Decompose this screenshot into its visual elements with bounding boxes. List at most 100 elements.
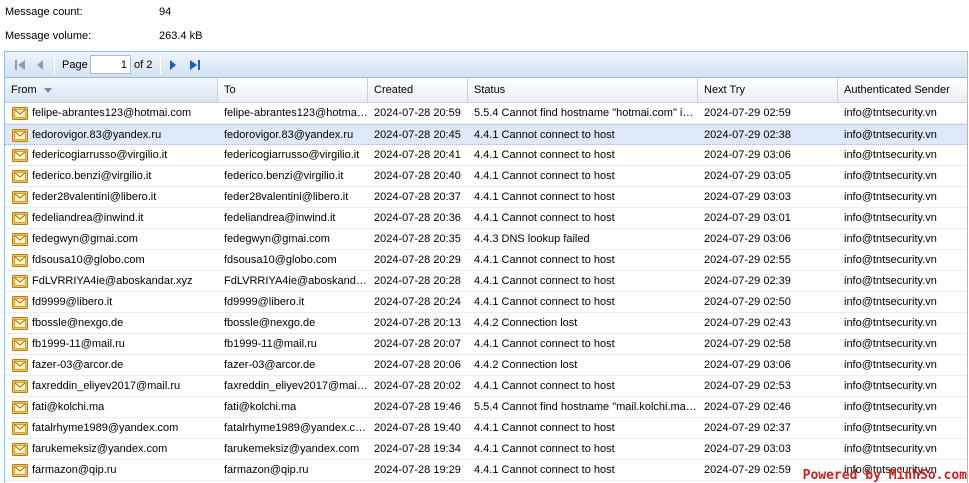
cell-to: farmazon@qip.ru	[224, 464, 309, 476]
prev-page-button[interactable]	[31, 56, 49, 74]
cell-authenticated-sender: info@tntsecurity.vn	[844, 170, 937, 182]
cell-authenticated-sender: info@tntsecurity.vn	[844, 212, 937, 224]
cell-to: felipe-abrantes123@hotmai.com	[224, 107, 368, 119]
cell-to: farukemeksiz@yandex.com	[224, 443, 360, 455]
table-row[interactable]: feder28valentini@libero.it feder28valenti…	[5, 187, 967, 208]
table-row[interactable]: fedeliandrea@inwind.it fedeliandrea@inwin…	[5, 208, 967, 229]
cell-from: fb1999-11@mail.ru	[32, 338, 125, 350]
cell-from: fazer-03@arcor.de	[32, 359, 124, 371]
cell-authenticated-sender: info@tntsecurity.vn	[844, 422, 937, 434]
first-page-icon	[15, 60, 25, 70]
message-count-label: Message count:	[5, 6, 83, 18]
cell-status: 5.5.4 Cannot find hostname "hotmai.com" …	[474, 107, 698, 119]
cell-from: fatalrhyme1989@yandex.com	[32, 422, 179, 434]
cell-next-try: 2024-07-29 02:38	[704, 129, 791, 141]
message-count-value: 94	[159, 6, 172, 18]
column-header-created[interactable]: Created	[368, 78, 468, 102]
cell-next-try: 2024-07-29 02:53	[704, 380, 791, 392]
cell-created: 2024-07-28 20:07	[374, 338, 461, 350]
cell-next-try: 2024-07-29 03:06	[704, 149, 791, 161]
table-row[interactable]: fdsousa10@globo.com fdsousa10@globo.com 20…	[5, 250, 967, 271]
cell-created: 2024-07-28 20:28	[374, 275, 461, 287]
table-row[interactable]: fb1999-11@mail.ru fb1999-11@mail.ru 2024-0…	[5, 334, 967, 355]
column-header-authenticated-sender[interactable]: Authenticated Sender	[838, 78, 967, 102]
cell-to: fedeliandrea@inwind.it	[224, 212, 336, 224]
grid-header: From To Created Status Next Try Authenti…	[5, 78, 967, 103]
cell-next-try: 2024-07-29 03:06	[704, 233, 791, 245]
cell-status: 4.4.2 Connection lost	[474, 359, 578, 371]
cell-authenticated-sender: info@tntsecurity.vn	[844, 275, 937, 287]
cell-to: FdLVRRIYA4ie@aboskandar.xyz	[224, 275, 368, 287]
cell-created: 2024-07-28 20:40	[374, 170, 461, 182]
message-volume-label: Message volume:	[5, 30, 92, 42]
cell-to: feder28valentini@libero.it	[224, 191, 349, 203]
last-page-button[interactable]	[186, 56, 204, 74]
cell-to: fazer-03@arcor.de	[224, 359, 316, 371]
cell-next-try: 2024-07-29 03:06	[704, 359, 791, 371]
cell-to: fedegwyn@gmai.com	[224, 233, 330, 245]
cell-created: 2024-07-28 20:02	[374, 380, 461, 392]
toolbar-separator	[160, 56, 161, 74]
table-row[interactable]: FdLVRRIYA4ie@aboskandar.xyz FdLVRRIYA4ie@…	[5, 271, 967, 292]
column-header-next-try-label: Next Try	[704, 84, 745, 96]
table-row[interactable]: felipe-abrantes123@hotmai.com felipe-abra…	[5, 103, 967, 124]
next-page-button[interactable]	[164, 56, 182, 74]
cell-to: fbossle@nexgo.de	[224, 317, 316, 329]
message-volume-row: Message volume: 263.4 kB	[0, 28, 400, 44]
table-row[interactable]: fedegwyn@gmai.com fedegwyn@gmai.com 2024-0…	[5, 229, 967, 250]
cell-next-try: 2024-07-29 03:05	[704, 170, 791, 182]
cell-from: fd9999@libero.it	[32, 296, 113, 308]
cell-next-try: 2024-07-29 02:46	[704, 401, 791, 413]
cell-authenticated-sender: info@tntsecurity.vn	[844, 107, 937, 119]
column-header-from[interactable]: From	[5, 78, 218, 102]
table-row[interactable]: fati@kolchi.ma fati@kolchi.ma 2024-07-28 1…	[5, 397, 967, 418]
cell-from: fedegwyn@gmai.com	[32, 233, 138, 245]
cell-from: FdLVRRIYA4ie@aboskandar.xyz	[32, 275, 193, 287]
column-header-status[interactable]: Status	[468, 78, 698, 102]
cell-from: federico.benzi@virgilio.it	[32, 170, 152, 182]
cell-to: fb1999-11@mail.ru	[224, 338, 317, 350]
cell-from: faxreddin_eliyev2017@mail.ru	[32, 380, 181, 392]
cell-from: felipe-abrantes123@hotmai.com	[32, 107, 192, 119]
cell-status: 4.4.1 Cannot connect to host	[474, 338, 615, 350]
cell-status: 4.4.1 Cannot connect to host	[474, 212, 615, 224]
cell-status: 4.4.2 Connection lost	[474, 317, 578, 329]
column-header-created-label: Created	[374, 84, 414, 96]
cell-to: federicogiarrusso@virgilio.it	[224, 149, 360, 161]
column-header-next-try[interactable]: Next Try	[698, 78, 838, 102]
cell-to: fd9999@libero.it	[224, 296, 305, 308]
cell-status: 4.4.1 Cannot connect to host	[474, 191, 615, 203]
column-header-to[interactable]: To	[218, 78, 368, 102]
cell-status: 4.4.1 Cannot connect to host	[474, 464, 615, 476]
page-label: Page	[62, 59, 88, 71]
cell-status: 4.4.1 Cannot connect to host	[474, 443, 615, 455]
paging-toolbar: Page of 2	[5, 52, 967, 78]
table-row[interactable]: fazer-03@arcor.de fazer-03@arcor.de 2024-0…	[5, 355, 967, 376]
page-count-label: of 2	[134, 59, 153, 71]
cell-created: 2024-07-28 20:45	[374, 129, 461, 141]
table-row[interactable]: farukemeksiz@yandex.com farukemeksiz@yand…	[5, 439, 967, 460]
table-row[interactable]: faxreddin_eliyev2017@mail.ru faxreddin_el…	[5, 376, 967, 397]
table-row[interactable]: fatalrhyme1989@yandex.com fatalrhyme1989@…	[5, 418, 967, 439]
cell-next-try: 2024-07-29 03:01	[704, 212, 791, 224]
cell-to: fati@kolchi.ma	[224, 401, 297, 413]
table-row[interactable]: federico.benzi@virgilio.it federico.benzi…	[5, 166, 967, 187]
cell-authenticated-sender: info@tntsecurity.vn	[844, 149, 937, 161]
table-row[interactable]: fbossle@nexgo.de fbossle@nexgo.de 2024-07-…	[5, 313, 967, 334]
cell-authenticated-sender: info@tntsecurity.vn	[844, 359, 937, 371]
cell-to: fatalrhyme1989@yandex.com	[224, 422, 368, 434]
column-header-from-label: From	[11, 84, 37, 96]
cell-created: 2024-07-28 19:29	[374, 464, 461, 476]
table-row[interactable]: fedorovigor.83@yandex.ru fedorovigor.83@y…	[5, 124, 967, 145]
cell-authenticated-sender: info@tntsecurity.vn	[844, 296, 937, 308]
cell-status: 4.4.1 Cannot connect to host	[474, 380, 615, 392]
cell-from: farmazon@qip.ru	[32, 464, 117, 476]
cell-next-try: 2024-07-29 02:55	[704, 254, 791, 266]
table-row[interactable]: federicogiarrusso@virgilio.it federicogia…	[5, 145, 967, 166]
cell-created: 2024-07-28 19:34	[374, 443, 461, 455]
table-row[interactable]: fd9999@libero.it fd9999@libero.it 2024-07-…	[5, 292, 967, 313]
first-page-button[interactable]	[11, 56, 29, 74]
sort-descending-icon	[43, 87, 52, 93]
cell-created: 2024-07-28 20:41	[374, 149, 461, 161]
page-number-input[interactable]	[90, 55, 131, 74]
